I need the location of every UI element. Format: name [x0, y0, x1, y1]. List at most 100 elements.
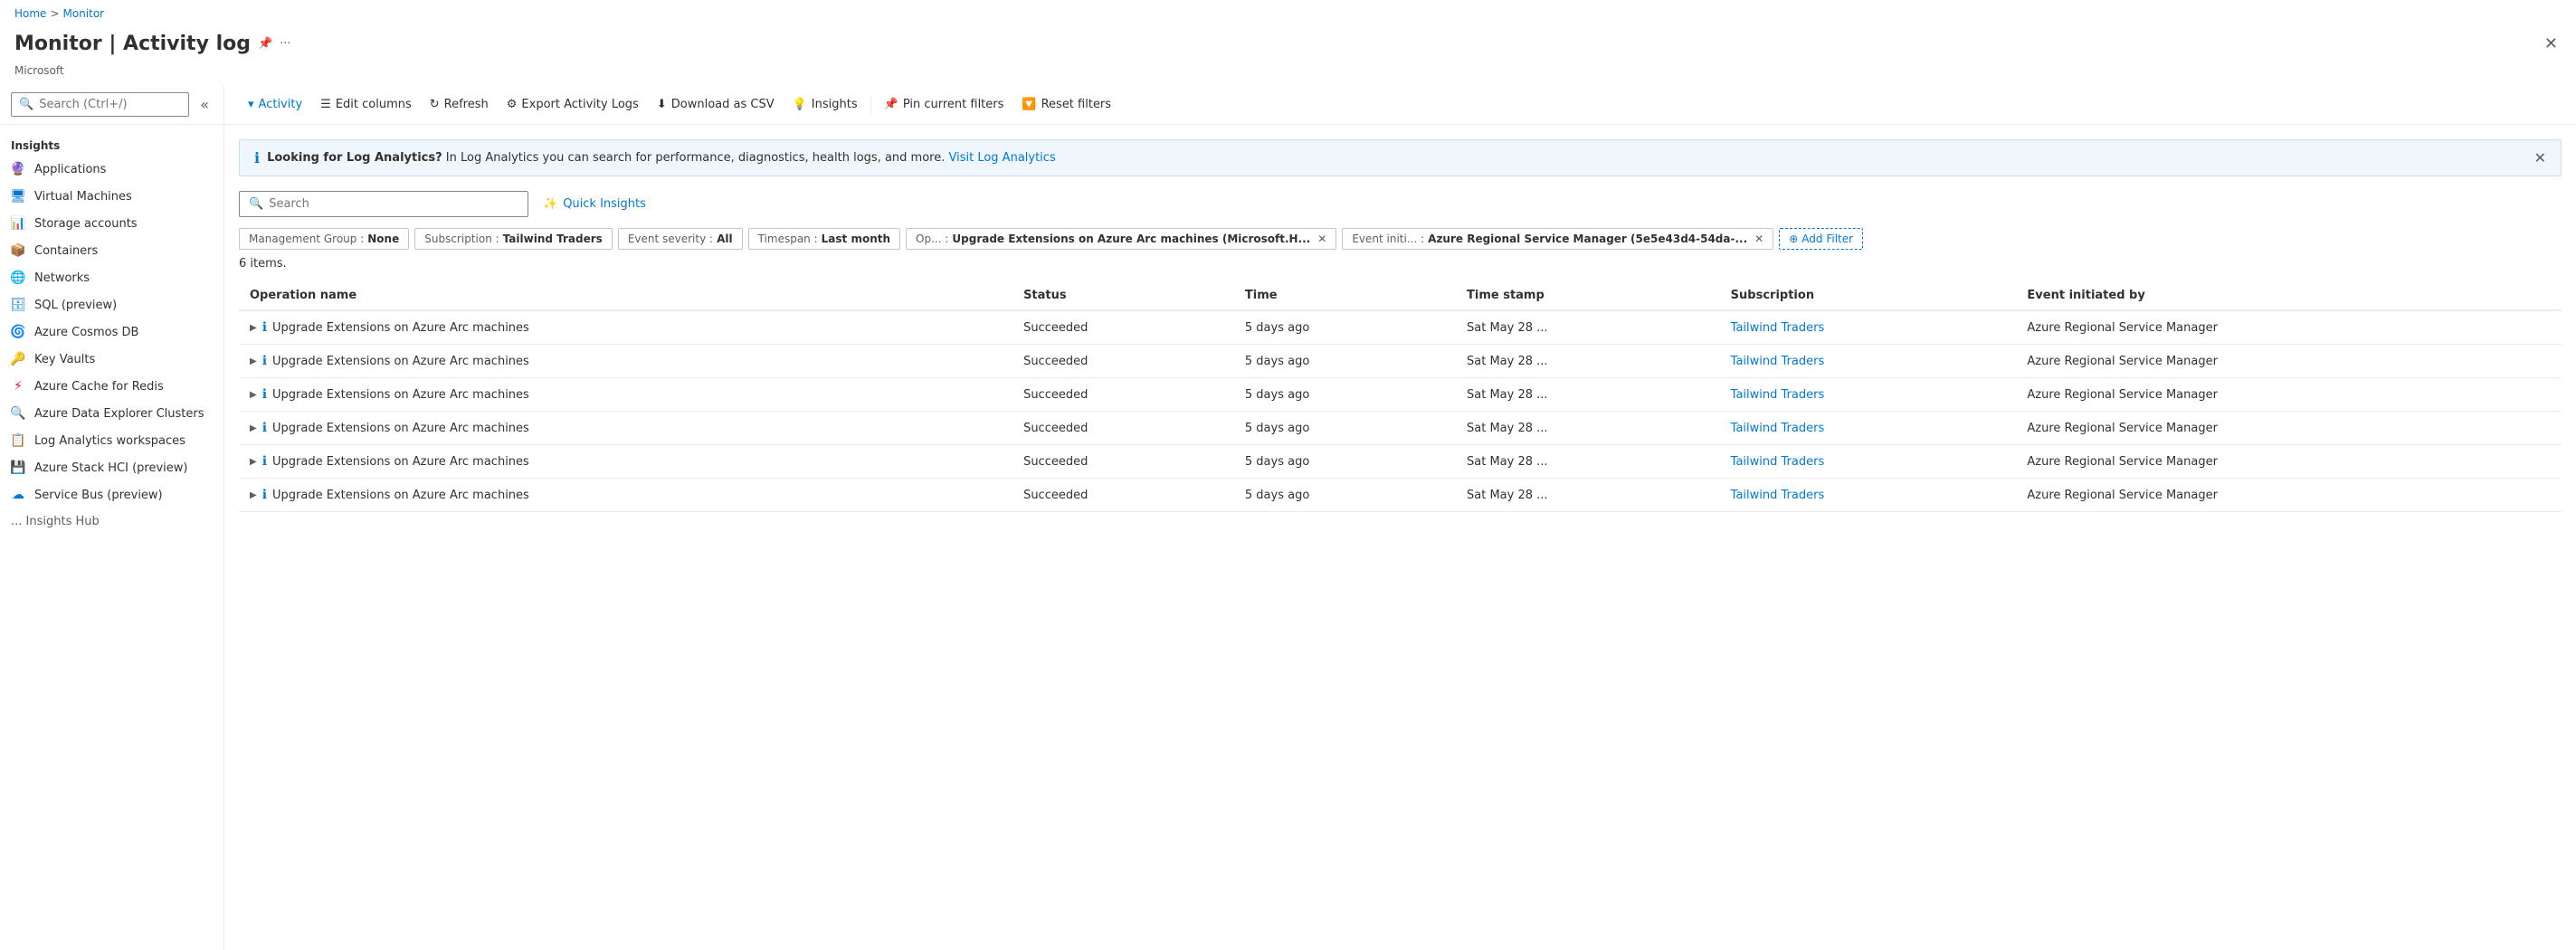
sidebar: 🔍 « Insights 🔮 Applications 🖥 Virtual Ma…: [0, 85, 224, 950]
col-header-event-initiated-by: Event initiated by: [2016, 281, 2562, 310]
filter-chip-timespan[interactable]: Timespan : Last month: [748, 228, 900, 250]
filter-chip-subscription[interactable]: Subscription : Tailwind Traders: [414, 228, 613, 250]
export-button[interactable]: ⚙ Export Activity Logs: [498, 92, 648, 117]
items-count: 6 items.: [239, 257, 2562, 271]
breadcrumb: Home > Monitor: [0, 0, 2576, 27]
subscription-link-0[interactable]: Tailwind Traders: [1731, 321, 1825, 335]
subscription-link-2[interactable]: Tailwind Traders: [1731, 388, 1825, 402]
subscription-link-5[interactable]: Tailwind Traders: [1731, 489, 1825, 502]
filter-chip-event-initiator[interactable]: Event initi... : Azure Regional Service …: [1342, 228, 1773, 250]
expand-icon-5[interactable]: ▶: [250, 490, 257, 500]
edit-columns-icon: ☰: [320, 98, 331, 111]
sidebar-item-service-bus[interactable]: ☁ Service Bus (preview): [0, 481, 223, 508]
edit-columns-button[interactable]: ☰ Edit columns: [311, 92, 421, 117]
info-icon-1: ℹ: [262, 354, 267, 368]
pin-icon[interactable]: 📌: [258, 37, 272, 51]
table-row: ▶ ℹ Upgrade Extensions on Azure Arc mach…: [239, 310, 2562, 345]
content-area: ▾ Activity ☰ Edit columns ↻ Refresh ⚙ Ex…: [224, 85, 2576, 950]
sidebar-search-box[interactable]: 🔍: [11, 92, 189, 117]
subscription-link-3[interactable]: Tailwind Traders: [1731, 422, 1825, 435]
expand-icon-2[interactable]: ▶: [250, 390, 257, 400]
azure-stack-icon: 💾: [11, 461, 25, 475]
sidebar-item-containers[interactable]: 📦 Containers: [0, 237, 223, 264]
cell-event-initiated-by-2: Azure Regional Service Manager: [2016, 378, 2562, 412]
download-csv-button[interactable]: ⬇ Download as CSV: [648, 92, 784, 117]
filter-chip-event-severity[interactable]: Event severity : All: [618, 228, 743, 250]
virtual-machines-icon: 🖥: [11, 189, 25, 204]
sidebar-item-storage-accounts[interactable]: 📊 Storage accounts: [0, 210, 223, 237]
reset-filters-button[interactable]: 🔽 Reset filters: [1012, 92, 1120, 117]
subscription-link-1[interactable]: Tailwind Traders: [1731, 355, 1825, 368]
quick-insights-icon: ✨: [543, 197, 557, 211]
refresh-button[interactable]: ↻ Refresh: [421, 92, 498, 117]
breadcrumb-current[interactable]: Monitor: [63, 7, 105, 20]
sidebar-collapse-button[interactable]: «: [196, 92, 213, 117]
search-box[interactable]: 🔍: [239, 191, 528, 217]
operation-name-text-1: Upgrade Extensions on Azure Arc machines: [272, 355, 529, 368]
cell-time-4: 5 days ago: [1234, 445, 1456, 479]
info-icon-3: ℹ: [262, 421, 267, 435]
sidebar-item-label-key-vaults: Key Vaults: [34, 353, 95, 366]
search-input[interactable]: [269, 197, 518, 211]
cell-status-3: Succeeded: [1012, 412, 1234, 445]
cell-event-initiated-by-1: Azure Regional Service Manager: [2016, 345, 2562, 378]
filter-label-op: Op... :: [916, 233, 948, 245]
sidebar-item-log-analytics[interactable]: 📋 Log Analytics workspaces: [0, 427, 223, 454]
sidebar-item-applications[interactable]: 🔮 Applications: [0, 156, 223, 183]
close-button[interactable]: ✕: [2541, 31, 2562, 57]
sidebar-more-insights-hub[interactable]: ... Insights Hub: [0, 508, 223, 535]
sidebar-item-cosmos-db[interactable]: 🌀 Azure Cosmos DB: [0, 318, 223, 346]
sidebar-item-label-cosmos: Azure Cosmos DB: [34, 326, 138, 339]
cell-status-1: Succeeded: [1012, 345, 1234, 378]
pin-filters-button[interactable]: 📌 Pin current filters: [875, 92, 1013, 117]
sidebar-item-networks[interactable]: 🌐 Networks: [0, 264, 223, 291]
sidebar-item-azure-stack[interactable]: 💾 Azure Stack HCI (preview): [0, 454, 223, 481]
col-header-operation-name: Operation name: [239, 281, 1012, 310]
sidebar-item-azure-cache[interactable]: ⚡ Azure Cache for Redis: [0, 373, 223, 400]
filter-chip-op[interactable]: Op... : Upgrade Extensions on Azure Arc …: [906, 228, 1336, 250]
info-banner: ℹ Looking for Log Analytics? In Log Anal…: [239, 139, 2562, 176]
filter-chip-management-group[interactable]: Management Group : None: [239, 228, 409, 250]
add-filter-button[interactable]: ⊕ Add Filter: [1779, 228, 1863, 250]
insights-icon: 💡: [793, 98, 807, 111]
filter-close-op[interactable]: ✕: [1317, 233, 1326, 245]
visit-log-analytics-link[interactable]: Visit Log Analytics: [949, 151, 1056, 165]
filter-value-event-severity: All: [717, 233, 733, 245]
expand-icon-3[interactable]: ▶: [250, 423, 257, 433]
service-bus-icon: ☁: [11, 488, 25, 502]
page-header: Monitor | Activity log 📌 ··· ✕: [0, 27, 2576, 64]
sidebar-item-virtual-machines[interactable]: 🖥 Virtual Machines: [0, 183, 223, 210]
sidebar-item-sql[interactable]: 🗄 SQL (preview): [0, 291, 223, 318]
sidebar-search-icon: 🔍: [19, 98, 33, 111]
insights-button[interactable]: 💡 Insights: [784, 92, 867, 117]
cell-operation-name-1: ▶ ℹ Upgrade Extensions on Azure Arc mach…: [239, 345, 1012, 378]
sidebar-item-label-sql: SQL (preview): [34, 299, 117, 312]
info-banner-close-button[interactable]: ✕: [2534, 149, 2546, 166]
more-icon[interactable]: ···: [280, 37, 290, 51]
subscription-link-4[interactable]: Tailwind Traders: [1731, 455, 1825, 469]
info-icon: ℹ: [254, 149, 260, 166]
search-row: 🔍 ✨ Quick Insights: [239, 191, 2562, 217]
filter-value-op: Upgrade Extensions on Azure Arc machines…: [952, 233, 1310, 245]
reset-filters-icon: 🔽: [1022, 98, 1036, 111]
cell-status-2: Succeeded: [1012, 378, 1234, 412]
expand-icon-0[interactable]: ▶: [250, 323, 257, 333]
expand-icon-1[interactable]: ▶: [250, 356, 257, 366]
export-icon: ⚙: [507, 98, 518, 111]
search-icon: 🔍: [249, 197, 263, 211]
activity-dropdown[interactable]: ▾ Activity: [239, 92, 311, 117]
filter-close-event-initiator[interactable]: ✕: [1754, 233, 1763, 245]
cell-event-initiated-by-4: Azure Regional Service Manager: [2016, 445, 2562, 479]
breadcrumb-home[interactable]: Home: [14, 7, 46, 20]
cell-operation-name-5: ▶ ℹ Upgrade Extensions on Azure Arc mach…: [239, 479, 1012, 512]
sidebar-item-key-vaults[interactable]: 🔑 Key Vaults: [0, 346, 223, 373]
sidebar-item-azure-data-explorer[interactable]: 🔍 Azure Data Explorer Clusters: [0, 400, 223, 427]
table-row: ▶ ℹ Upgrade Extensions on Azure Arc mach…: [239, 445, 2562, 479]
quick-insights-button[interactable]: ✨ Quick Insights: [543, 197, 646, 211]
sidebar-search-input[interactable]: [39, 98, 181, 111]
storage-accounts-icon: 📊: [11, 216, 25, 231]
activity-label: Activity: [259, 98, 303, 111]
insights-label: Insights: [812, 98, 858, 111]
expand-icon-4[interactable]: ▶: [250, 457, 257, 467]
export-label: Export Activity Logs: [521, 98, 638, 111]
